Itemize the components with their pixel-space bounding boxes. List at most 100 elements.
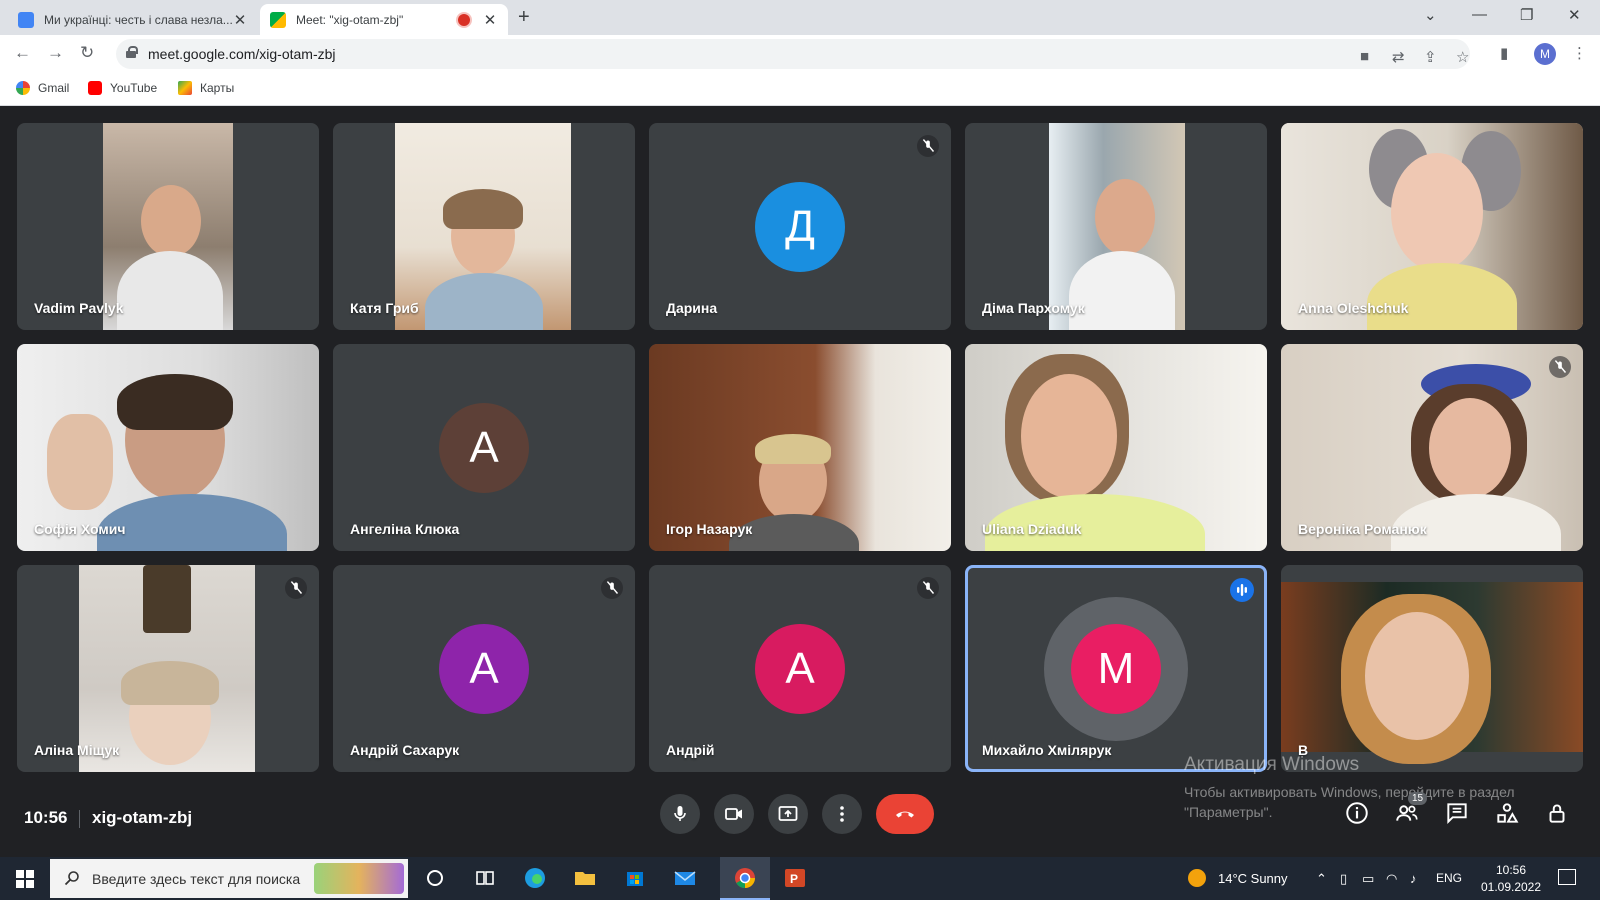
mail-icon[interactable] (672, 865, 698, 891)
task-view-icon[interactable] (472, 865, 498, 891)
tab-ukrainians[interactable]: Ми українці: честь і слава незла... ✕ (8, 4, 258, 35)
file-explorer-icon[interactable] (572, 865, 598, 891)
participant-name: Діма Пархомук (982, 300, 1085, 316)
video-feed (1281, 582, 1583, 764)
taskbar-search-box[interactable]: Введите здесь текст для поиска (50, 859, 408, 898)
store-icon[interactable] (622, 865, 648, 891)
address-bar[interactable]: meet.google.com/xig-otam-zbj ■ ⇄ ⇪ ☆ (116, 39, 1470, 69)
participant-tile[interactable]: А Андрій Сахарук (333, 565, 635, 772)
participant-avatar: А (439, 402, 529, 493)
divider (79, 810, 80, 828)
tray-overflow-icon[interactable]: ⌃ (1316, 871, 1327, 887)
more-options-button[interactable] (822, 794, 862, 834)
share-icon[interactable]: ⇪ (1424, 48, 1437, 66)
bookmark-youtube[interactable]: YouTube (88, 81, 157, 95)
weather-text[interactable]: 14°C Sunny (1218, 871, 1288, 886)
edge-icon[interactable] (522, 865, 548, 891)
close-tab-icon[interactable]: ✕ (482, 11, 498, 29)
video-feed (103, 123, 233, 330)
video-feed (1281, 344, 1583, 551)
microphone-button[interactable] (660, 794, 700, 834)
taskbar-clock[interactable]: 10:56 01.09.2022 (1476, 862, 1546, 896)
participant-tile[interactable]: Д Дарина (649, 123, 951, 330)
present-screen-button[interactable] (768, 794, 808, 834)
participant-tile[interactable]: Софія Хомич (17, 344, 319, 551)
more-vert-icon (840, 806, 844, 822)
back-icon[interactable]: ← (14, 43, 31, 63)
participant-tile[interactable]: Катя Гриб (333, 123, 635, 330)
participant-name: Андрій (666, 742, 715, 758)
leave-call-button[interactable] (876, 794, 934, 834)
notifications-icon[interactable] (1558, 869, 1576, 885)
google-icon (16, 81, 30, 95)
search-icon (64, 871, 79, 886)
participant-name: Андрій Сахарук (350, 742, 460, 758)
reload-icon[interactable]: ↻ (80, 43, 94, 63)
video-feed (17, 344, 319, 551)
meet-icon (270, 11, 286, 28)
hang-up-icon (896, 811, 914, 818)
participant-tile[interactable]: Anna Oleshchuk (1281, 123, 1583, 330)
meeting-details-icon[interactable] (1344, 800, 1370, 826)
camera-icon[interactable]: ■ (1360, 48, 1369, 65)
search-highlight-image (314, 863, 404, 894)
close-tab-icon[interactable]: ✕ (232, 11, 248, 29)
forward-icon[interactable]: → (47, 43, 64, 63)
video-feed (395, 123, 571, 330)
bookmark-gmail[interactable]: Gmail (16, 81, 69, 95)
tab-meet[interactable]: Meet: "xig-otam-zbj" ✕ (260, 4, 508, 35)
host-controls-icon[interactable] (1544, 800, 1570, 826)
cortana-icon[interactable] (422, 865, 448, 891)
participant-avatar: А (755, 623, 845, 714)
camera-button[interactable] (714, 794, 754, 834)
bookmark-star-icon[interactable]: ☆ (1456, 48, 1469, 66)
participant-tile[interactable]: В (1281, 565, 1583, 772)
participant-tile[interactable]: Аліна Міщук (17, 565, 319, 772)
volume-icon[interactable]: ♪ (1410, 871, 1417, 886)
lock-icon (126, 46, 138, 58)
new-tab-icon[interactable]: + (518, 6, 530, 29)
participant-tile[interactable]: А Андрій (649, 565, 951, 772)
tab-search-icon[interactable]: ⌄ (1424, 6, 1437, 24)
participant-tile[interactable]: А Ангеліна Клюка (333, 344, 635, 551)
windows-start-icon[interactable] (16, 870, 34, 888)
profile-avatar[interactable]: M (1534, 43, 1556, 65)
weather-sun-icon[interactable] (1188, 869, 1206, 887)
network-icon[interactable]: ▯ (1340, 871, 1347, 887)
participant-avatar: А (439, 623, 529, 714)
speaking-indicator-icon (1230, 578, 1254, 602)
participant-name: Ігор Назарук (666, 521, 753, 537)
participant-tile[interactable]: Діма Пархомук (965, 123, 1267, 330)
present-screen-icon (778, 806, 798, 821)
participant-name: Anna Oleshchuk (1298, 300, 1409, 316)
mic-off-icon (1549, 356, 1571, 378)
restore-icon[interactable]: ❐ (1520, 6, 1533, 24)
participant-tile[interactable]: Ігор Назарук (649, 344, 951, 551)
bookmark-label: Карты (200, 81, 235, 95)
language-indicator[interactable]: ENG (1436, 871, 1462, 885)
taskbar-time: 10:56 (1495, 863, 1527, 877)
participant-name: Вероніка Романюк (1298, 521, 1427, 537)
battery-icon[interactable]: ▭ (1362, 871, 1374, 887)
activities-icon[interactable] (1494, 800, 1520, 826)
participants-count-badge: 15 (1408, 792, 1428, 805)
participant-tile[interactable]: Uliana Dziaduk (965, 344, 1267, 551)
participant-tile-speaking[interactable]: M Михайло Хмілярук (965, 565, 1267, 772)
browser-tab-bar: Ми українці: честь і слава незла... ✕ Me… (0, 0, 1600, 35)
participant-tile[interactable]: Vadim Pavlyk (17, 123, 319, 330)
powerpoint-icon[interactable]: P (782, 865, 808, 891)
translate-icon[interactable]: ⇄ (1392, 48, 1405, 66)
chrome-icon[interactable] (732, 865, 758, 891)
video-feed (1281, 123, 1583, 330)
bookmark-maps[interactable]: Карты (178, 81, 234, 95)
close-window-icon[interactable]: ✕ (1568, 6, 1581, 24)
menu-kebab-icon[interactable]: ⋮ (1572, 44, 1587, 62)
participant-tile[interactable]: Вероніка Романюк (1281, 344, 1583, 551)
wifi-icon[interactable]: ◠ (1386, 871, 1397, 887)
minimize-icon[interactable]: — (1472, 6, 1487, 23)
chat-icon[interactable] (1444, 800, 1470, 826)
side-panel-icon[interactable]: ▮ (1500, 44, 1508, 62)
url-text: meet.google.com/xig-otam-zbj (148, 46, 336, 62)
participant-name: Vadim Pavlyk (34, 300, 124, 316)
tab-title: Ми українці: честь і слава незла... (44, 12, 232, 27)
